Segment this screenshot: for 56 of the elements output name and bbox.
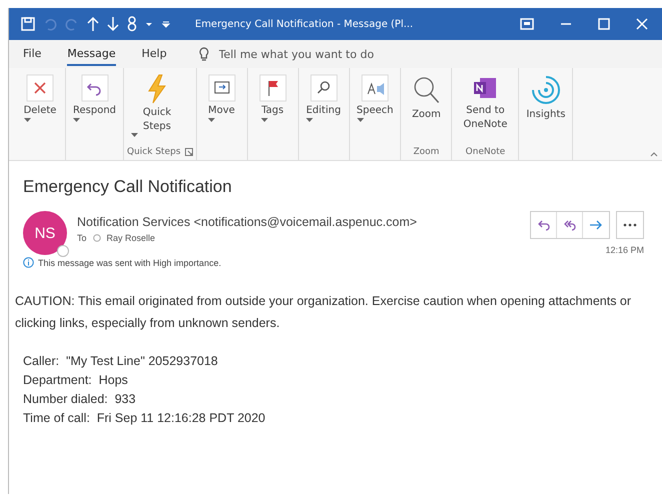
delete-icon	[26, 74, 54, 102]
more-button[interactable]	[616, 211, 644, 239]
detail-line: Department: Hops	[23, 372, 129, 389]
customize-icon[interactable]	[161, 19, 171, 29]
ribbon-button[interactable]: Respond	[69, 72, 120, 145]
flag-icon	[258, 74, 287, 102]
received-time: 12:16 PM	[605, 245, 644, 255]
group-label: Zoom	[413, 146, 440, 156]
caution-text: CAUTION: This email originated from outside your organization. Exercise caution when opening attachments or clicking links, especially from unknown senders.	[15, 293, 632, 332]
menu-tab[interactable]: File	[23, 42, 42, 66]
avatar: NS	[23, 211, 67, 255]
menu-tab[interactable]: Message	[67, 42, 116, 66]
window-title: Emergency Call Notification - Message (Pl...	[194, 18, 414, 30]
ribbon-display-icon[interactable]	[520, 18, 534, 30]
ribbon-button[interactable]: Editing	[302, 72, 346, 145]
more-icon	[623, 223, 637, 227]
up-arrow-icon[interactable]	[87, 16, 99, 32]
reply-icon	[536, 219, 550, 231]
close-icon[interactable]	[636, 18, 648, 30]
folder-move-icon	[208, 74, 236, 102]
ribbon-button[interactable]: Zoom	[404, 72, 448, 145]
maximize-icon[interactable]	[598, 18, 610, 30]
ribbon-button[interactable]: Delete	[18, 72, 62, 145]
detail-line: Time of call: Fri Sep 11 12:16:28 PDT 2020	[23, 410, 266, 427]
menu-tab[interactable]: Help	[142, 42, 167, 66]
detail-line: Number dialed: 933	[23, 391, 137, 408]
sender: Notification Services <notifications@voicemail.aspenuc.com>	[77, 215, 418, 229]
ribbon-button[interactable]: Tags	[250, 72, 295, 145]
reply-all-icon	[562, 219, 576, 231]
detail-line: Caller: "My Test Line" 2052937018	[23, 353, 219, 370]
read-aloud-icon	[360, 74, 389, 102]
ribbon-button[interactable]: Speech	[352, 72, 398, 145]
presence-icon	[92, 234, 101, 242]
ribbon-button[interactable]: Quick Steps	[127, 72, 188, 145]
collapse-icon[interactable]	[650, 151, 658, 157]
importance-notice: This message was sent with High importance.	[38, 258, 222, 268]
caret-icon[interactable]	[145, 20, 153, 28]
recipient[interactable]: Ray Roselle	[106, 233, 156, 243]
search-icon	[310, 74, 338, 102]
lightbulb-icon	[198, 47, 209, 61]
down-arrow-icon[interactable]	[107, 16, 119, 32]
group-label: OneNote	[466, 146, 506, 156]
reply-icon	[80, 74, 108, 102]
to-label: To	[77, 233, 87, 243]
save-icon[interactable]	[21, 17, 35, 31]
ribbon-button[interactable]: Send to OneNote	[455, 72, 516, 145]
forward-icon	[589, 219, 603, 231]
info-icon	[23, 257, 34, 268]
tell-me-field[interactable]: Tell me what you want to do	[216, 46, 421, 62]
ribbon-button[interactable]: Move	[200, 72, 244, 145]
insights-icon	[530, 74, 562, 106]
dialog-launcher-icon[interactable]	[184, 148, 193, 156]
group-label: Quick Steps	[127, 146, 181, 156]
message-subject: Emergency Call Notification	[23, 177, 233, 197]
presence-indicator	[57, 245, 69, 257]
ribbon-button[interactable]: Insights	[522, 72, 570, 145]
